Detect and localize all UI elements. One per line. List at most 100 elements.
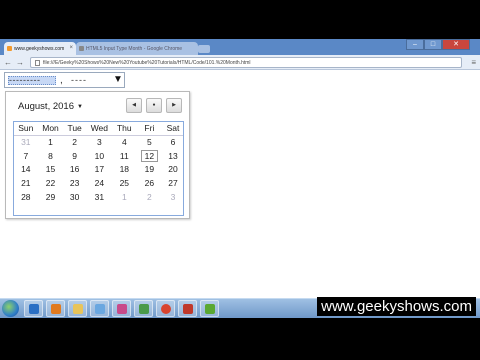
calendar-week-row: 31 1 2 3 4 5 6: [14, 135, 183, 149]
day-cell[interactable]: 19: [136, 163, 163, 177]
month-year-selector[interactable]: August, 2016 ▼: [18, 101, 83, 112]
day-cell[interactable]: 26: [136, 176, 163, 190]
calendar-week-row: 7 8 9 10 11 12 13: [14, 149, 183, 163]
letterbox-bottom: [0, 318, 480, 360]
weekday-fri: Fri: [135, 122, 164, 136]
notepad-icon: [95, 304, 105, 314]
tab-close-icon[interactable]: ×: [69, 45, 73, 51]
day-cell[interactable]: 3: [86, 135, 113, 149]
day-cell[interactable]: 3: [163, 190, 183, 204]
day-cell[interactable]: 28: [14, 190, 38, 204]
day-cell[interactable]: 30: [63, 190, 85, 204]
day-cell[interactable]: 9: [63, 149, 85, 163]
day-cell[interactable]: 29: [38, 190, 64, 204]
day-cell[interactable]: 17: [86, 163, 113, 177]
calendar-grid: Sun Mon Tue Wed Thu Fri Sat 31 1 2 3 4 5 6 7 8 9 10 11 12 1…: [13, 121, 184, 216]
media-player-icon: [51, 304, 61, 314]
day-cell[interactable]: 1: [113, 190, 136, 204]
today-button[interactable]: ●: [146, 98, 162, 113]
taskbar-item[interactable]: [156, 300, 175, 317]
taskbar-item[interactable]: [178, 300, 197, 317]
day-cell[interactable]: 2: [136, 190, 163, 204]
watermark-text: www.geekyshows.com: [317, 297, 476, 316]
calendar-week-row: 28 29 30 31 1 2 3: [14, 190, 183, 204]
picker-dropdown-icon[interactable]: ▼: [113, 74, 123, 85]
weekday-mon: Mon: [37, 122, 64, 136]
new-tab-button[interactable]: [198, 45, 210, 53]
taskbar-item[interactable]: [112, 300, 131, 317]
camtasia-icon: [205, 304, 215, 314]
calendar-weeks: 31 1 2 3 4 5 6 7 8 9 10 11 12 13 14 15 16 17 18 19 20 21 22 23 2…: [14, 135, 183, 204]
next-month-button[interactable]: ▶: [166, 98, 182, 113]
weekday-sat: Sat: [163, 122, 183, 136]
month-segment[interactable]: ---------: [8, 76, 56, 85]
day-cell[interactable]: 6: [163, 135, 183, 149]
prev-month-button[interactable]: ◀: [126, 98, 142, 113]
weekday-thu: Thu: [112, 122, 136, 136]
day-cell[interactable]: 13: [163, 149, 183, 163]
pdf-icon: [183, 304, 193, 314]
address-bar[interactable]: file:///E/Geeky%20Shows%20New%20Youtube%…: [30, 57, 462, 68]
day-cell[interactable]: 31: [86, 190, 113, 204]
prev-arrow-icon: ◀: [132, 102, 136, 108]
day-cell[interactable]: 14: [14, 163, 38, 177]
page-content: --------- , ---- ▼ August, 2016 ▼ ◀ ● ▶ S…: [0, 70, 480, 298]
month-input[interactable]: --------- , ---- ▼: [4, 72, 125, 88]
weekday-header-row: Sun Mon Tue Wed Thu Fri Sat: [14, 122, 183, 136]
today-marker: 12: [140, 149, 159, 162]
taskbar-item[interactable]: [24, 300, 43, 317]
back-arrow-icon[interactable]: ←: [4, 58, 12, 67]
taskbar-item[interactable]: [68, 300, 87, 317]
minimize-button[interactable]: –: [406, 39, 424, 50]
page-favicon-icon: [79, 46, 84, 51]
today-dot-icon: ●: [152, 102, 156, 108]
browser-tabstrip: www.geekyshows.com × HTML5 Input Type Mo…: [0, 39, 480, 55]
day-cell[interactable]: 12: [136, 149, 163, 163]
taskbar-item[interactable]: [134, 300, 153, 317]
tab-month[interactable]: HTML5 Input Type Month - Google Chrome: [76, 42, 198, 55]
maximize-button[interactable]: □: [424, 39, 442, 50]
chrome-icon: [161, 304, 171, 314]
day-cell[interactable]: 11: [113, 149, 136, 163]
day-cell[interactable]: 23: [63, 176, 85, 190]
day-cell[interactable]: 25: [113, 176, 136, 190]
calendar-week-row: 21 22 23 24 25 26 27: [14, 176, 183, 190]
day-cell[interactable]: 1: [38, 135, 64, 149]
day-cell[interactable]: 7: [14, 149, 38, 163]
day-cell[interactable]: 18: [113, 163, 136, 177]
tab-label: HTML5 Input Type Month - Google Chrome: [86, 46, 183, 52]
browser-toolbar: ← → file:///E/Geeky%20Shows%20New%20Yout…: [0, 55, 480, 70]
taskbar-item[interactable]: [200, 300, 219, 317]
wrench-menu-icon[interactable]: ≡: [471, 58, 476, 67]
month-dropdown-icon: ▼: [77, 104, 83, 110]
tab-geekyshows[interactable]: www.geekyshows.com ×: [4, 42, 76, 55]
taskbar-item[interactable]: [46, 300, 65, 317]
folder-icon: [73, 304, 83, 314]
day-cell[interactable]: 5: [136, 135, 163, 149]
day-cell[interactable]: 22: [38, 176, 64, 190]
weekday-wed: Wed: [85, 122, 113, 136]
taskbar-item[interactable]: [90, 300, 109, 317]
network-icon: [139, 304, 149, 314]
day-cell[interactable]: 15: [38, 163, 64, 177]
day-cell[interactable]: 31: [14, 135, 38, 149]
day-cell[interactable]: 21: [14, 176, 38, 190]
day-cell[interactable]: 2: [63, 135, 85, 149]
day-cell[interactable]: 20: [163, 163, 183, 177]
day-cell[interactable]: 4: [113, 135, 136, 149]
day-cell[interactable]: 8: [38, 149, 64, 163]
day-cell[interactable]: 10: [86, 149, 113, 163]
day-cell[interactable]: 16: [63, 163, 85, 177]
calendar-week-row: 14 15 16 17 18 19 20: [14, 163, 183, 177]
start-button-icon[interactable]: [2, 300, 19, 317]
year-segment[interactable]: ----: [71, 75, 87, 85]
forward-arrow-icon[interactable]: →: [16, 58, 24, 67]
letterbox-top: [0, 0, 480, 39]
weekday-sun: Sun: [14, 122, 38, 136]
close-window-button[interactable]: ✕: [442, 39, 470, 50]
explorer-icon: [29, 304, 39, 314]
url-text: file:///E/Geeky%20Shows%20New%20Youtube%…: [43, 60, 251, 66]
day-cell[interactable]: 24: [86, 176, 113, 190]
tab-label: www.geekyshows.com: [14, 46, 65, 52]
day-cell[interactable]: 27: [163, 176, 183, 190]
